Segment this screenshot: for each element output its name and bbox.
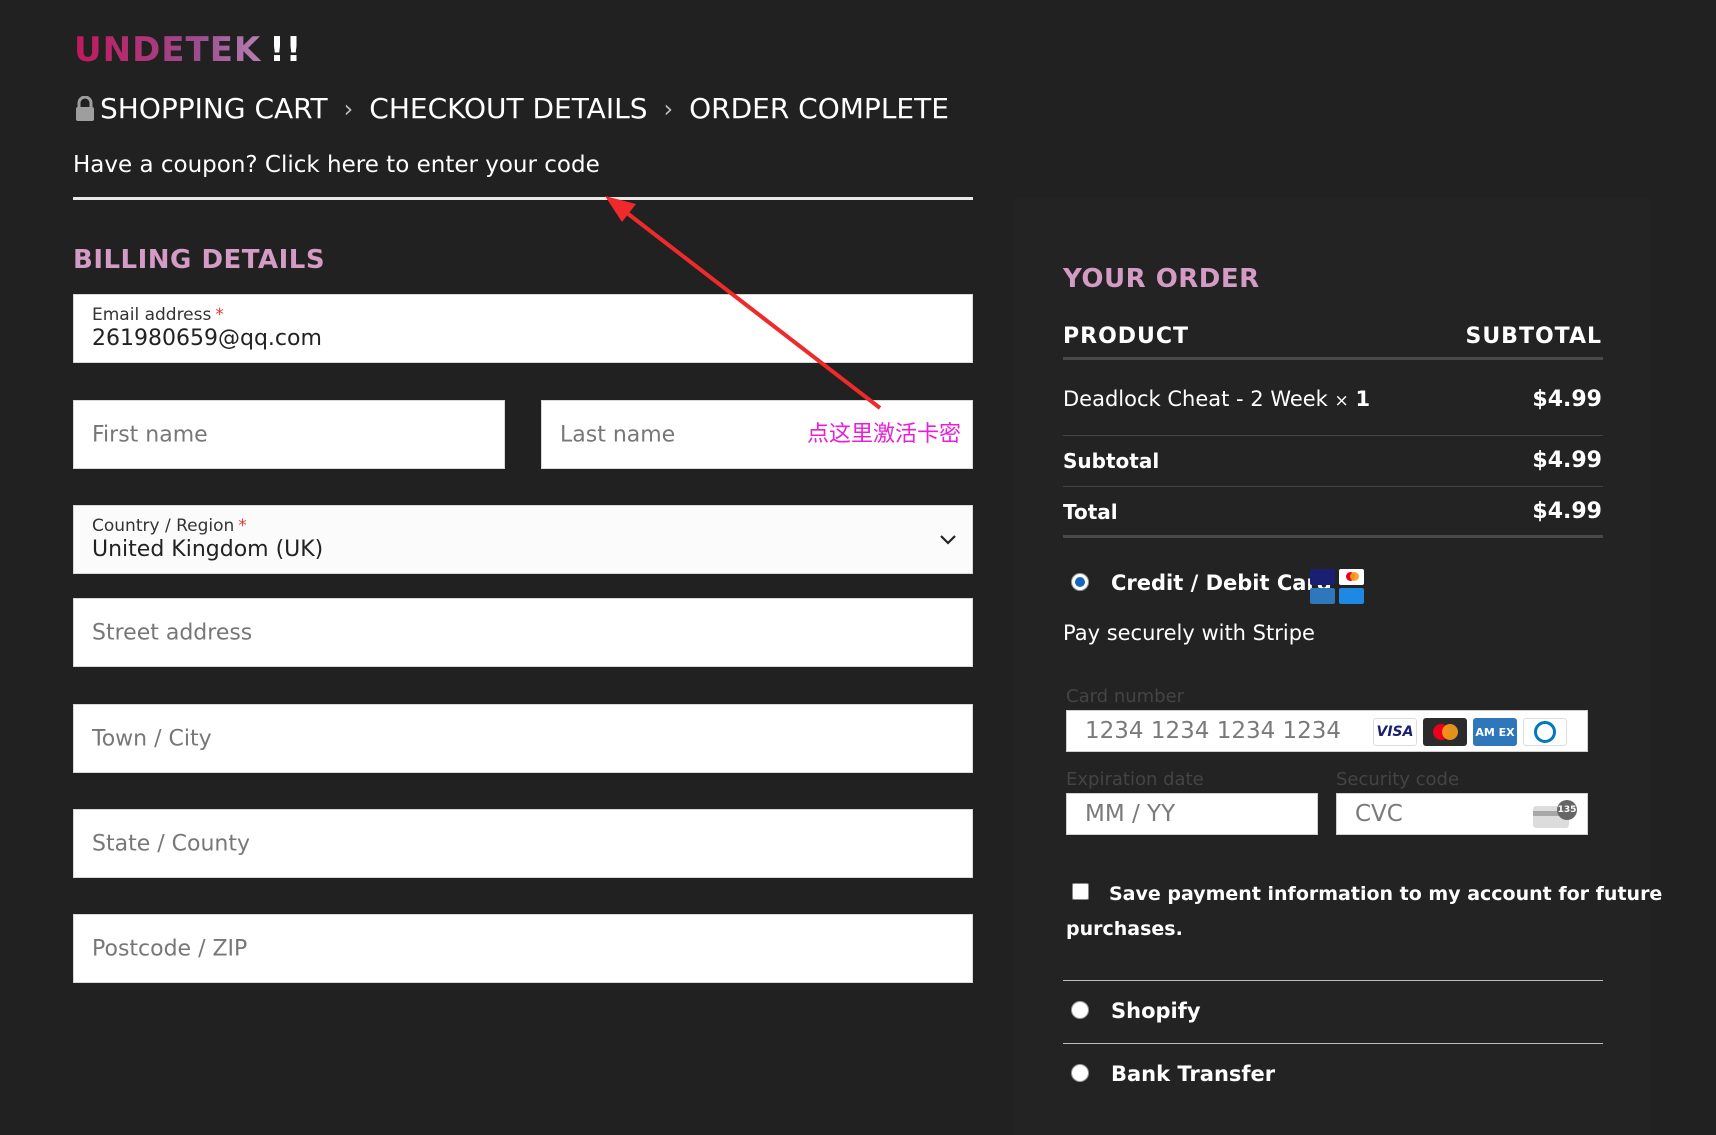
email-field[interactable]: Email address * 261980659@qq.com <box>73 294 973 363</box>
first-name-placeholder: First name <box>92 422 208 447</box>
chevron-down-icon <box>940 535 956 545</box>
first-name-input[interactable]: First name <box>73 400 505 469</box>
product-column-header: PRODUCT <box>1063 324 1190 349</box>
cvc-label: Security code <box>1336 769 1460 790</box>
visa-icon: VISA <box>1373 718 1417 746</box>
save-payment-text-cont: purchases. <box>1066 918 1183 940</box>
lock-icon <box>76 95 94 121</box>
site-logo[interactable]: UNDETEK!! <box>74 30 302 70</box>
country-select[interactable]: Country / Region * United Kingdom (UK) <box>73 505 973 574</box>
row-divider <box>1063 486 1603 487</box>
cvc-card-icon: 135 <box>1533 800 1577 828</box>
email-label: Email address * <box>92 305 224 325</box>
your-order-title: YOUR ORDER <box>1063 264 1260 294</box>
cvc-placeholder: CVC <box>1355 801 1403 827</box>
billing-details-title: BILLING DETAILS <box>73 245 326 275</box>
last-name-placeholder: Last name <box>560 422 676 447</box>
street-address-input[interactable]: Street address <box>73 598 973 667</box>
shopify-label[interactable]: Shopify <box>1111 999 1201 1023</box>
payment-divider <box>1063 1043 1603 1044</box>
credit-card-label[interactable]: Credit / Debit Card <box>1111 571 1332 595</box>
total-label: Total <box>1063 500 1118 524</box>
postcode-input[interactable]: Postcode / ZIP <box>73 914 973 983</box>
mastercard-icon <box>1423 718 1467 746</box>
payment-divider <box>1063 980 1603 981</box>
expiry-input[interactable]: MM / YY <box>1066 793 1318 835</box>
town-city-input[interactable]: Town / City <box>73 704 973 773</box>
logo-text: UNDETEK <box>74 30 262 70</box>
chevron-right-icon: › <box>343 94 354 123</box>
required-asterisk: * <box>215 305 224 325</box>
stripe-description: Pay securely with Stripe <box>1063 621 1315 645</box>
total-value: $4.99 <box>1532 499 1602 524</box>
bank-transfer-radio[interactable] <box>1071 1064 1089 1082</box>
postcode-placeholder: Postcode / ZIP <box>92 936 248 961</box>
diners-club-icon <box>1523 718 1567 746</box>
subtotal-column-header: SUBTOTAL <box>1465 324 1602 349</box>
logo-suffix: !! <box>269 30 303 70</box>
order-item-price: $4.99 <box>1532 387 1602 412</box>
required-asterisk: * <box>238 516 247 536</box>
card-number-label: Card number <box>1066 686 1185 707</box>
coupon-divider <box>73 197 973 200</box>
card-number-placeholder: 1234 1234 1234 1234 <box>1085 718 1342 744</box>
totals-divider <box>1063 535 1603 538</box>
shopify-radio[interactable] <box>1071 1001 1089 1019</box>
subtotal-value: $4.99 <box>1532 448 1602 473</box>
step-shopping-cart[interactable]: SHOPPING CART <box>100 92 328 125</box>
chevron-right-icon: › <box>663 94 674 123</box>
card-number-input[interactable]: 1234 1234 1234 1234 VISA AM EX <box>1066 710 1588 752</box>
save-payment-text[interactable]: Save payment information to my account f… <box>1109 883 1662 905</box>
expiry-placeholder: MM / YY <box>1085 801 1176 827</box>
country-label: Country / Region * <box>92 516 247 536</box>
order-item-name: Deadlock Cheat - 2 Week × 1 <box>1063 387 1371 411</box>
street-address-placeholder: Street address <box>92 620 253 645</box>
annotation-text: 点这里激活卡密 <box>807 422 962 447</box>
subtotal-label: Subtotal <box>1063 449 1160 473</box>
expiry-label: Expiration date <box>1066 769 1204 790</box>
row-divider <box>1063 435 1603 436</box>
save-payment-checkbox[interactable] <box>1072 883 1089 900</box>
state-county-input[interactable]: State / County <box>73 809 973 878</box>
town-city-placeholder: Town / City <box>92 726 212 751</box>
step-order-complete: ORDER COMPLETE <box>689 92 949 125</box>
card-brands-icon <box>1310 569 1366 605</box>
step-checkout-details[interactable]: CHECKOUT DETAILS <box>369 92 647 125</box>
credit-card-radio[interactable] <box>1071 573 1089 591</box>
checkout-steps-breadcrumb: SHOPPING CART › CHECKOUT DETAILS › ORDER… <box>74 92 949 125</box>
coupon-toggle-link[interactable]: Have a coupon? Click here to enter your … <box>73 152 600 178</box>
email-value: 261980659@qq.com <box>92 326 322 351</box>
state-county-placeholder: State / County <box>92 831 250 856</box>
amex-icon: AM EX <box>1473 718 1517 746</box>
cvc-input[interactable]: CVC 135 <box>1336 793 1588 835</box>
country-value: United Kingdom (UK) <box>92 537 324 562</box>
table-header-divider <box>1063 357 1603 360</box>
bank-transfer-label[interactable]: Bank Transfer <box>1111 1062 1275 1086</box>
